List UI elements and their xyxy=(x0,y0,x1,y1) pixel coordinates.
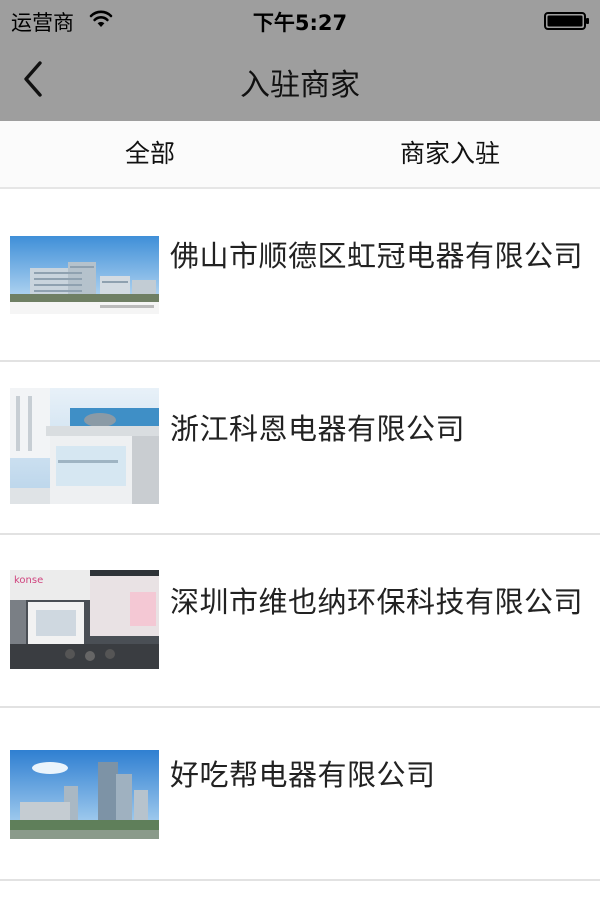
battery-icon xyxy=(544,12,589,30)
company-name: 深圳市维也纳环保科技有限公司 xyxy=(170,585,584,619)
tab-merchant-join[interactable]: 商家入驻 xyxy=(300,121,600,187)
kitchen-appliance-image xyxy=(10,388,159,504)
city-towers-image xyxy=(10,750,159,839)
company-name: 浙江科恩电器有限公司 xyxy=(170,412,466,446)
status-bar: 运营商 下午5:27 xyxy=(0,0,600,40)
company-name: 佛山市顺德区虹冠电器有限公司 xyxy=(170,239,584,273)
factory-buildings-image xyxy=(10,236,159,314)
tab-all[interactable]: 全部 xyxy=(0,121,300,187)
nav-bar: 入驻商家 xyxy=(0,40,600,121)
list-item[interactable]: 浙江科恩电器有限公司 xyxy=(0,362,600,535)
company-list: 佛山市顺德区虹冠电器有限公司 浙江科恩电器有限公司 konse 深圳市维也纳环保… xyxy=(0,189,600,881)
company-name: 好吃帮电器有限公司 xyxy=(170,758,436,792)
tab-bar: 全部 商家入驻 xyxy=(0,121,600,189)
page-title: 入驻商家 xyxy=(240,68,360,103)
list-item[interactable]: 好吃帮电器有限公司 xyxy=(0,708,600,881)
header: 运营商 下午5:27 入驻商家 xyxy=(0,0,600,121)
clock: 下午5:27 xyxy=(252,11,348,35)
app-screen: 运营商 下午5:27 入驻商家 全部 商家入驻 佛山市顺德区虹冠电器有限公司 浙… xyxy=(0,0,600,900)
svg-text:konse: konse xyxy=(14,575,43,586)
list-item[interactable]: 佛山市顺德区虹冠电器有限公司 xyxy=(0,189,600,362)
list-item[interactable]: konse 深圳市维也纳环保科技有限公司 xyxy=(0,535,600,708)
exhibition-booth-image: konse xyxy=(10,570,159,669)
